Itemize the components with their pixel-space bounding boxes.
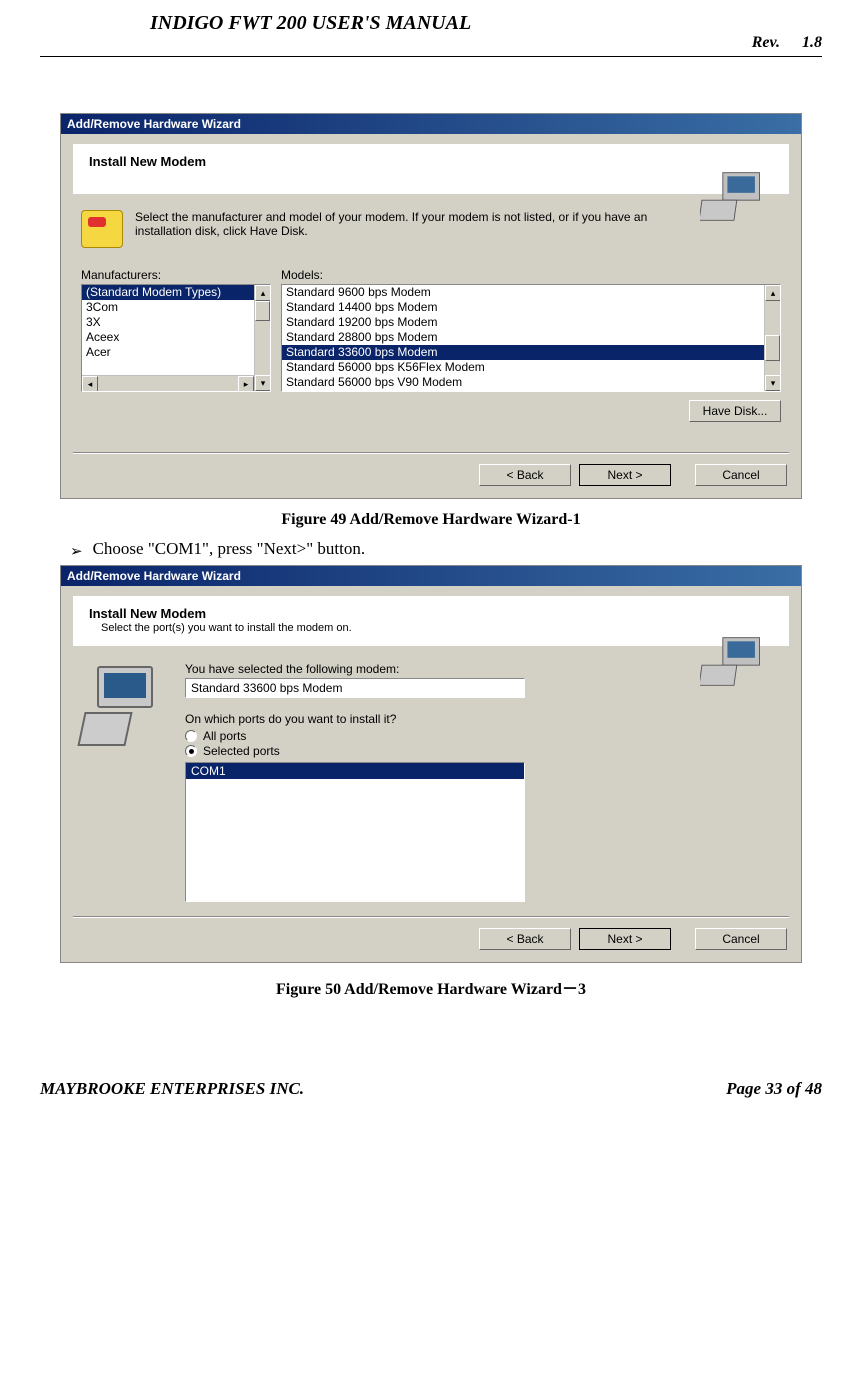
back-button[interactable]: < Back [479, 928, 571, 950]
rev-label: Rev. [752, 34, 780, 51]
scroll-right-icon[interactable]: ▸ [238, 376, 254, 392]
list-item[interactable]: Standard 19200 bps Modem [282, 315, 764, 330]
scroll-left-icon[interactable]: ◂ [82, 376, 98, 392]
radio-selected-ports-row[interactable]: Selected ports [185, 744, 680, 758]
models-label: Models: [281, 268, 323, 282]
manufacturers-label: Manufacturers: [81, 268, 281, 282]
list-item[interactable]: Standard 28800 bps Modem [282, 330, 764, 345]
dialog-add-remove-hardware-2: Add/Remove Hardware Wizard Install New M… [60, 565, 802, 963]
models-listbox[interactable]: Standard 9600 bps Modem Standard 14400 b… [281, 284, 781, 392]
cancel-button[interactable]: Cancel [695, 928, 787, 950]
list-item[interactable]: Aceex [82, 330, 254, 345]
radio-icon[interactable] [185, 730, 197, 742]
dialog-header-panel: Install New Modem [73, 144, 789, 194]
figure-50-caption: Figure 50 Add/Remove Hardware Wizard－3 [40, 975, 822, 999]
scroll-thumb[interactable] [765, 335, 780, 361]
scroll-down-icon[interactable]: ▾ [765, 375, 781, 391]
next-button[interactable]: Next > [579, 928, 671, 950]
header-divider [40, 56, 822, 57]
ports-listbox[interactable]: COM1 [185, 762, 525, 902]
manual-title: INDIGO FWT 200 USER'S MANUAL [150, 12, 471, 35]
dialog-add-remove-hardware-1: Add/Remove Hardware Wizard Install New M… [60, 113, 802, 499]
scrollbar-vertical[interactable]: ▴ ▾ [764, 285, 780, 391]
radio-icon[interactable] [185, 745, 197, 757]
dialog-titlebar[interactable]: Add/Remove Hardware Wizard [61, 114, 801, 134]
hardware-graphic-icon [700, 169, 775, 224]
radio-selected-ports-label: Selected ports [203, 744, 280, 758]
hardware-computer-icon [81, 666, 171, 756]
port-item[interactable]: COM1 [186, 763, 524, 779]
page-header: INDIGO FWT 200 USER'S MANUAL Rev. 1.8 [40, 0, 822, 63]
install-new-modem-heading: Install New Modem [89, 606, 775, 621]
scroll-up-icon[interactable]: ▴ [765, 285, 781, 301]
list-item[interactable]: Standard 9600 bps Modem [282, 285, 764, 300]
list-item[interactable]: (Standard Modem Types) [82, 285, 254, 300]
dialog-titlebar[interactable]: Add/Remove Hardware Wizard [61, 566, 801, 586]
have-disk-button[interactable]: Have Disk... [689, 400, 781, 422]
hardware-graphic-icon [700, 634, 775, 689]
list-item[interactable]: 3X [82, 315, 254, 330]
bullet-arrow-icon: ➢ [70, 542, 83, 561]
footer-page: Page 33 of 48 [726, 1079, 822, 1099]
instruction-text: Select the manufacturer and model of you… [135, 210, 700, 248]
next-button[interactable]: Next > [579, 464, 671, 486]
revision-block: Rev. 1.8 [752, 34, 822, 52]
figure-49-caption: Figure 49 Add/Remove Hardware Wizard-1 [40, 511, 822, 529]
radio-all-ports-label: All ports [203, 729, 246, 743]
list-item[interactable]: 3Com [82, 300, 254, 315]
scroll-down-icon[interactable]: ▾ [255, 375, 271, 391]
bullet-text: Choose "COM1", press "Next>" button. [93, 539, 366, 559]
back-button[interactable]: < Back [479, 464, 571, 486]
selected-modem-label: You have selected the following modem: [185, 662, 680, 676]
dialog-title: Add/Remove Hardware Wizard [67, 117, 241, 131]
footer-company: MAYBROOKE ENTERPRISES INC. [40, 1079, 304, 1099]
dialog-separator [73, 916, 789, 918]
scroll-up-icon[interactable]: ▴ [255, 285, 271, 301]
radio-all-ports-row[interactable]: All ports [185, 729, 680, 743]
page-footer: MAYBROOKE ENTERPRISES INC. Page 33 of 48 [40, 1079, 822, 1119]
list-item[interactable]: Standard 56000 bps K56Flex Modem [282, 360, 764, 375]
cancel-button[interactable]: Cancel [695, 464, 787, 486]
rev-value: 1.8 [802, 34, 822, 51]
modem-phone-icon [81, 210, 123, 248]
manufacturers-listbox[interactable]: (Standard Modem Types) 3Com 3X Aceex Ace… [81, 284, 271, 392]
selected-modem-field: Standard 33600 bps Modem [185, 678, 525, 698]
scroll-thumb[interactable] [255, 301, 270, 321]
list-item[interactable]: Standard 33600 bps Modem [282, 345, 764, 360]
install-subheading: Select the port(s) you want to install t… [101, 622, 775, 634]
scrollbar-vertical[interactable]: ▴ ▾ [254, 285, 270, 391]
scrollbar-horizontal[interactable]: ◂ ▸ [82, 375, 254, 391]
list-item[interactable]: Acer [82, 345, 254, 360]
list-item[interactable]: Standard 14400 bps Modem [282, 300, 764, 315]
list-item[interactable]: Standard 56000 bps V90 Modem [282, 375, 764, 390]
dialog-title: Add/Remove Hardware Wizard [67, 569, 241, 583]
instruction-bullet: ➢ Choose "COM1", press "Next>" button. [70, 539, 822, 561]
dialog-separator [73, 452, 789, 454]
dialog-header-panel: Install New Modem Select the port(s) you… [73, 596, 789, 646]
install-new-modem-heading: Install New Modem [89, 154, 775, 169]
ports-question-label: On which ports do you want to install it… [185, 712, 680, 726]
